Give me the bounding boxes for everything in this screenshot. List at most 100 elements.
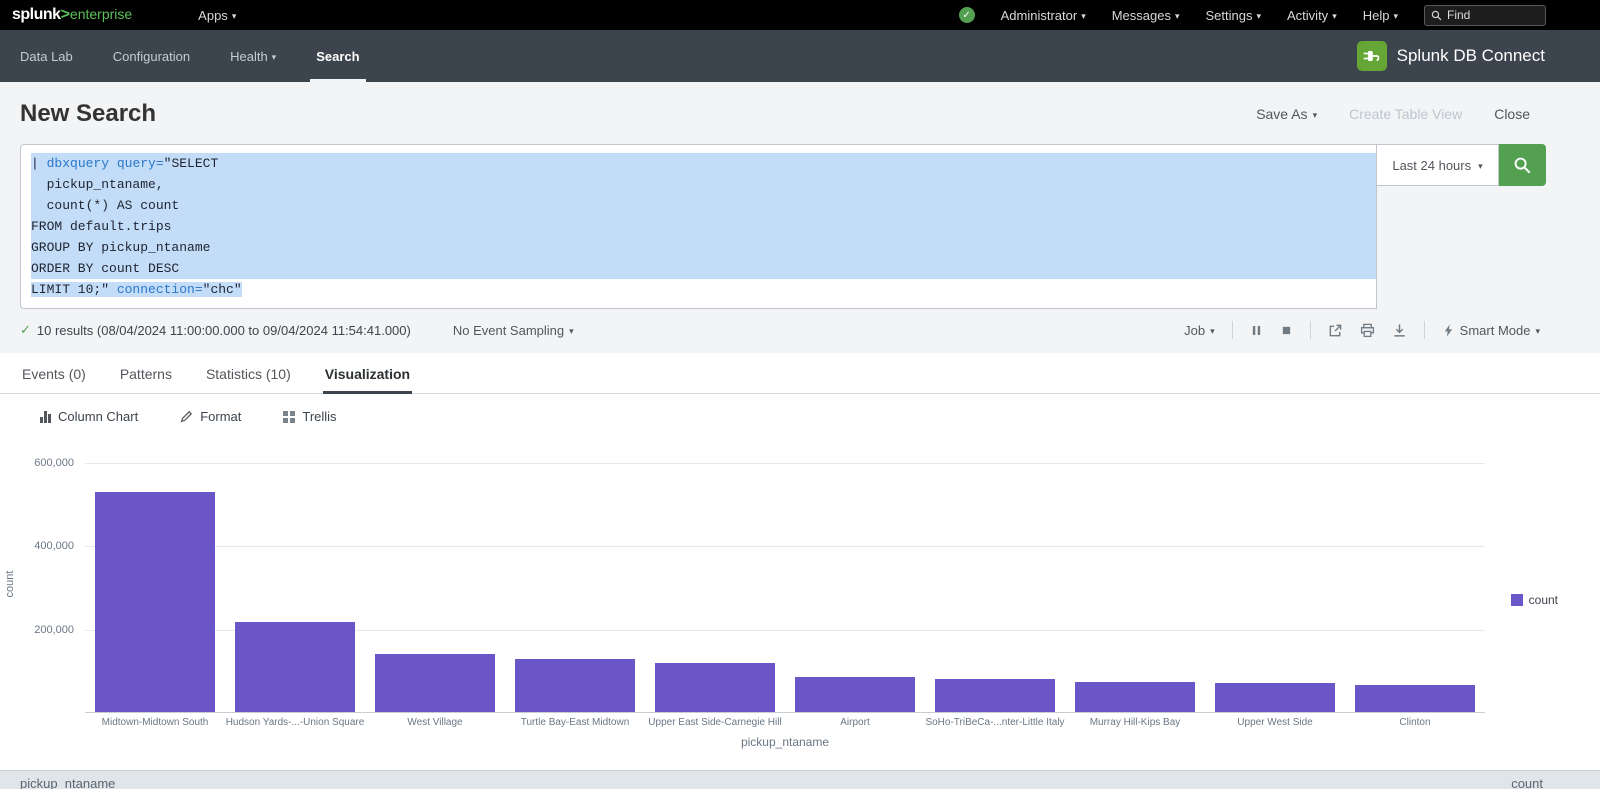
bar-slot [925, 679, 1065, 712]
header-actions: Save As ▾ Create Table View Close [1256, 106, 1530, 122]
bar-slot [1065, 682, 1205, 712]
time-range-picker[interactable]: Last 24 hours ▾ [1377, 144, 1499, 186]
visualization-toolbar: Column Chart Format Trellis [0, 394, 1600, 437]
tab-patterns[interactable]: Patterns [118, 353, 174, 393]
event-sampling-menu[interactable]: No Event Sampling ▾ [453, 323, 574, 338]
chart-bar[interactable] [1215, 683, 1335, 712]
find-search[interactable] [1424, 5, 1546, 26]
job-menu[interactable]: Job ▾ [1184, 323, 1215, 338]
logo-splunk-text: splunk [12, 6, 61, 24]
legend-label: count [1529, 593, 1558, 607]
statistics-table-header-peek: pickup_ntaname count [0, 770, 1600, 789]
settings-menu-label: Settings [1206, 8, 1253, 23]
pencil-icon [180, 410, 193, 423]
search-mode-menu[interactable]: Smart Mode ▾ [1442, 323, 1540, 338]
close-label: Close [1494, 106, 1530, 122]
format-button[interactable]: Format [180, 409, 241, 424]
chevron-down-icon: ▾ [232, 12, 237, 21]
activity-menu[interactable]: Activity ▾ [1287, 8, 1337, 23]
chart-bar[interactable] [795, 677, 915, 712]
topbar-right-group: ✓ Administrator ▾ Messages ▾ Settings ▾ … [959, 5, 1546, 26]
app-home-link[interactable]: Splunk DB Connect [1357, 41, 1545, 71]
query-line: pickup_ntaname, [31, 174, 1376, 195]
x-tick-label: Clinton [1345, 717, 1485, 728]
query-line: LIMIT 10;" connection="chc" [31, 279, 1376, 300]
query-line: ORDER BY count DESC [31, 258, 1376, 279]
search-submit-button[interactable] [1499, 144, 1546, 186]
x-tick-label: Midtown-Midtown South [85, 717, 225, 728]
job-menu-label: Job [1184, 323, 1205, 338]
chevron-down-icon: ▾ [1175, 12, 1180, 21]
chart-bar[interactable] [515, 659, 635, 712]
print-job-button[interactable] [1360, 323, 1375, 338]
appbar-item-health[interactable]: Health ▾ [210, 30, 296, 82]
tab-label: Visualization [325, 366, 410, 382]
chart-bar[interactable] [1355, 685, 1475, 713]
chevron-down-icon: ▾ [1393, 12, 1398, 21]
stop-job-button[interactable] [1280, 324, 1293, 337]
chart-bar[interactable] [235, 622, 355, 712]
query-line: GROUP BY pickup_ntaname [31, 237, 1376, 258]
bar-slot [225, 622, 365, 712]
appbar-item-data-lab[interactable]: Data Lab [0, 30, 93, 82]
share-job-button[interactable] [1328, 323, 1343, 338]
db-connect-app-icon [1357, 41, 1387, 71]
health-status-icon[interactable]: ✓ [959, 7, 975, 23]
chart-bar[interactable] [375, 654, 495, 712]
chevron-down-icon: ▾ [1210, 327, 1215, 336]
settings-menu[interactable]: Settings ▾ [1206, 8, 1262, 23]
legend-swatch [1511, 594, 1523, 606]
find-input[interactable] [1447, 8, 1537, 22]
column-chart-icon [40, 411, 51, 423]
query-line: count(*) AS count [31, 195, 1376, 216]
chart-bar[interactable] [655, 663, 775, 712]
chart-bar[interactable] [95, 492, 215, 712]
tab-visualization[interactable]: Visualization [323, 353, 412, 393]
x-tick-label: West Village [365, 717, 505, 728]
create-table-view-label: Create Table View [1349, 106, 1462, 122]
query-editor[interactable]: | dbxquery query="SELECT pickup_ntaname,… [20, 144, 1377, 309]
chevron-down-icon: ▾ [1081, 12, 1086, 21]
page-header: New Search Save As ▾ Create Table View C… [0, 82, 1600, 142]
app-nav-bar: Data Lab Configuration Health ▾ Search S… [0, 30, 1600, 82]
help-menu[interactable]: Help ▾ [1363, 8, 1398, 23]
chart-type-button[interactable]: Column Chart [40, 409, 138, 424]
x-tick-label: Upper West Side [1205, 717, 1345, 728]
legend-item-count[interactable]: count [1511, 593, 1558, 607]
stats-column-pickup-ntaname[interactable]: pickup_ntaname [20, 776, 115, 789]
chevron-down-icon: ▾ [1478, 162, 1483, 171]
chevron-down-icon: ▾ [1332, 12, 1337, 21]
appbar-item-search[interactable]: Search [296, 30, 379, 82]
trellis-icon [283, 411, 295, 423]
export-job-button[interactable] [1392, 323, 1407, 338]
splunk-logo[interactable]: splunk>enterprise [12, 6, 132, 24]
y-tick-label: 200,000 [34, 624, 74, 636]
x-tick-label: SoHo-TriBeCa-...nter-Little Italy [925, 717, 1065, 728]
logo-enterprise-text: enterprise [70, 6, 132, 22]
apps-menu-label: Apps [198, 8, 228, 23]
messages-menu[interactable]: Messages ▾ [1112, 8, 1180, 23]
chart-bar[interactable] [935, 679, 1055, 712]
apps-menu[interactable]: Apps ▾ [198, 8, 236, 23]
save-as-button[interactable]: Save As ▾ [1256, 106, 1317, 122]
y-tick-label: 400,000 [34, 540, 74, 552]
bar-slot [1345, 685, 1485, 713]
results-summary: 10 results (08/04/2024 11:00:00.000 to 0… [37, 323, 411, 338]
tab-label: Events (0) [22, 366, 86, 382]
tab-statistics[interactable]: Statistics (10) [204, 353, 293, 393]
chart-bar[interactable] [1075, 682, 1195, 712]
splunk-db-connect-search-page: splunk>enterprise Apps ▾ ✓ Administrator… [0, 0, 1600, 789]
x-tick-label: Murray Hill-Kips Bay [1065, 717, 1205, 728]
pause-job-button[interactable] [1250, 324, 1263, 337]
administrator-menu[interactable]: Administrator ▾ [1001, 8, 1086, 23]
trellis-button[interactable]: Trellis [283, 409, 336, 424]
chevron-down-icon: ▾ [569, 327, 574, 336]
create-table-view-button: Create Table View [1349, 106, 1462, 122]
close-button[interactable]: Close [1494, 106, 1530, 122]
appbar-item-configuration[interactable]: Configuration [93, 30, 210, 82]
tab-events[interactable]: Events (0) [20, 353, 88, 393]
appbar-item-label: Configuration [113, 49, 190, 64]
stats-column-count[interactable]: count [1511, 776, 1543, 789]
logo-gt-mark: > [61, 6, 70, 24]
activity-menu-label: Activity [1287, 8, 1328, 23]
